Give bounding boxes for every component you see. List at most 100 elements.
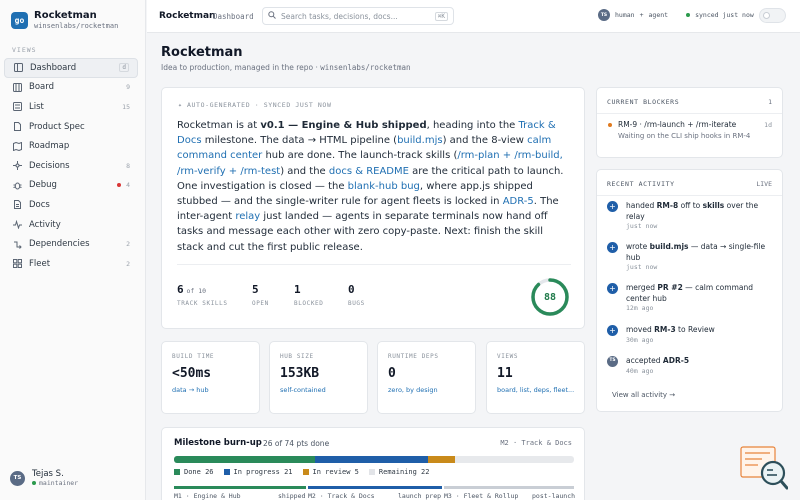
blocker-subtitle: Waiting on the CLI ship hooks in RM-4	[618, 132, 751, 140]
search-shortcut: ⌘K	[434, 11, 448, 21]
sidebar-item-label: Roadmap	[29, 141, 70, 152]
roadmap-icon	[12, 141, 22, 151]
divider	[597, 113, 782, 114]
health-score-ring: 88	[530, 277, 570, 317]
search-box[interactable]: ⌘K	[262, 7, 454, 25]
legend-label: Remaining 22	[378, 468, 430, 476]
legend-swatch	[368, 469, 375, 475]
sidebar-item-label: Dashboard	[30, 62, 77, 73]
avatar: TS	[598, 9, 610, 21]
activity-icon	[12, 220, 22, 230]
link-blank-hub-bug[interactable]: blank-hub bug	[348, 181, 420, 192]
activity-verb: handed	[626, 201, 657, 210]
activity-detail: off to	[678, 201, 703, 210]
sidebar: go Rocketman winsenlabs/rocketman VIEWS …	[0, 0, 146, 500]
activity-time: just now	[626, 222, 658, 230]
metric-sub: zero, by design	[388, 386, 438, 394]
activity-verb: wrote	[626, 242, 650, 251]
floating-assistant-button[interactable]	[740, 446, 789, 490]
summary-fragment: hub are done. The launch-track skills (	[262, 150, 458, 162]
sidebar-item-count: 2	[126, 259, 130, 268]
sidebar-item-board[interactable]: Board 9	[4, 78, 138, 98]
milestone-burnup-card: Milestone burn-up 26 of 74 pts done M2 ·…	[161, 427, 585, 500]
user-role-label: maintainer	[39, 479, 79, 487]
activity-verb: moved	[626, 325, 655, 334]
activity-ref: RM-3	[654, 325, 676, 334]
summary-card: ✦ AUTO-GENERATED · SYNCED JUST NOW Rocke…	[161, 87, 585, 329]
sidebar-item-label: Docs	[29, 199, 50, 210]
sidebar-item-activity[interactable]: Activity	[4, 215, 138, 235]
sidebar-item-dashboard[interactable]: Dashboard d	[4, 58, 138, 78]
recent-activity-card: RECENT ACTIVITY LIVE + handed RM-8 off t…	[596, 169, 783, 412]
activity-live-badge: LIVE	[756, 180, 772, 188]
activity-text: moved RM-3 to Review	[626, 324, 774, 335]
activity-ref: skills	[702, 201, 725, 210]
brand[interactable]: go Rocketman winsenlabs/rocketman	[11, 10, 118, 30]
agent-label: agent	[648, 11, 669, 19]
metric-label: HUB SIZE	[280, 353, 314, 360]
view-all-activity-link[interactable]: View all activity →	[612, 391, 675, 399]
sidebar-item-label: Dependencies	[29, 239, 90, 250]
milestone-track	[174, 486, 574, 489]
blocker-age: 1d	[764, 121, 772, 129]
bug-icon	[12, 180, 22, 190]
app-logo: go	[11, 11, 28, 29]
presence: TS human + agent synced just now	[598, 9, 754, 21]
divider	[177, 264, 571, 265]
milestone-status: post-launch	[532, 492, 576, 500]
link-build-mjs[interactable]: build.mjs	[397, 135, 443, 146]
search-input[interactable]	[281, 11, 435, 21]
board-icon	[12, 82, 22, 92]
burnup-progress-bar	[174, 456, 574, 463]
activity-verb: merged	[626, 283, 658, 292]
summary-fragment: milestone. The data → HTML pipeline (	[201, 135, 398, 147]
blockers-count: 1	[768, 98, 772, 106]
agent-icon: +	[607, 201, 618, 212]
topbar-title: Rocketman	[159, 11, 216, 21]
link-adr-5[interactable]: ADR-5	[503, 196, 534, 207]
metric-build-time: BUILD TIME <50ms data → hub	[161, 341, 260, 414]
agent-icon: +	[607, 325, 618, 336]
user-profile[interactable]: TS Tejas S. maintainer	[10, 469, 78, 487]
sidebar-item-list[interactable]: List 15	[4, 97, 138, 117]
burnup-milestone: M2 · Track & Docs	[500, 439, 572, 447]
link-docs-readme[interactable]: docs & README	[329, 166, 409, 177]
fleet-icon	[12, 259, 22, 269]
metric-label: RUNTIME DEPS	[388, 353, 439, 360]
stat-value: 5	[252, 283, 259, 296]
sidebar-item-label: Activity	[29, 219, 61, 230]
activity-ref: PR #2	[657, 283, 683, 292]
sidebar-item-debug[interactable]: Debug 4	[4, 176, 138, 196]
stat-label: BUGS	[348, 300, 365, 307]
toggle-knob	[763, 12, 770, 19]
sidebar-item-count: 15	[122, 102, 130, 111]
sidebar-item-roadmap[interactable]: Roadmap	[4, 136, 138, 156]
views-heading: VIEWS	[12, 46, 37, 54]
sidebar-item-docs[interactable]: Docs	[4, 195, 138, 215]
legend-label: Done 26	[184, 468, 214, 476]
link-relay[interactable]: relay	[235, 211, 260, 222]
sidebar-item-product-spec[interactable]: Product Spec	[4, 117, 138, 137]
milestone-name: M2 · Track & Docs	[308, 492, 375, 500]
summary-fragment: Rocketman is at	[177, 120, 261, 131]
theme-toggle[interactable]	[759, 8, 786, 23]
activity-text: merged PR #2 — calm command center hub	[626, 282, 774, 304]
metric-value: <50ms	[172, 366, 212, 381]
list-icon	[12, 102, 22, 112]
milestone-status: shipped	[278, 492, 306, 500]
summary-fragment: , heading into the	[426, 120, 519, 131]
legend-label: In review 5	[312, 468, 359, 476]
metric-label: VIEWS	[497, 353, 519, 360]
sidebar-item-label: Decisions	[29, 160, 70, 171]
sidebar-item-fleet[interactable]: Fleet 2	[4, 254, 138, 274]
legend-in-progress: In progress 21	[223, 468, 293, 476]
activity-time: 40m ago	[626, 367, 654, 375]
activity-text: accepted ADR-5	[626, 355, 774, 366]
activity-ref: build.mjs	[649, 242, 689, 251]
sidebar-item-decisions[interactable]: Decisions 8	[4, 156, 138, 176]
activity-detail: to Review	[675, 325, 715, 334]
dashboard-icon	[13, 63, 23, 73]
metric-sub: data → hub	[172, 386, 209, 394]
search-icon	[268, 11, 276, 21]
sidebar-item-dependencies[interactable]: Dependencies 2	[4, 234, 138, 254]
